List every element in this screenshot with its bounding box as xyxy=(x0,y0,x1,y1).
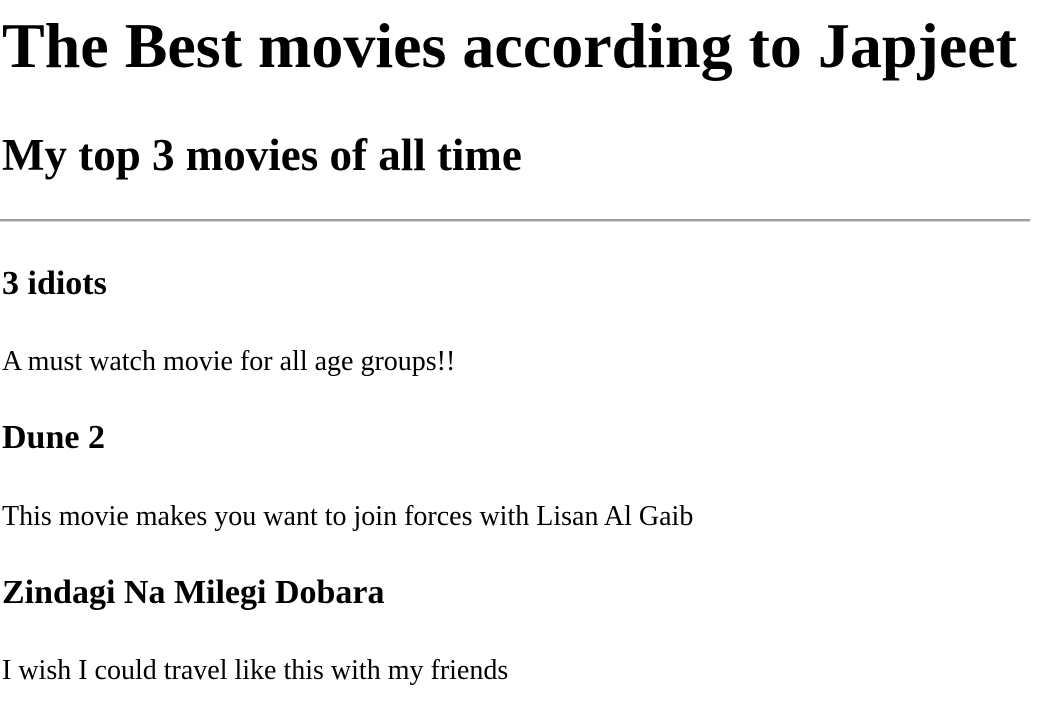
page-title: The Best movies according to Japjeet xyxy=(2,10,1017,81)
movie-description: This movie makes you want to join forces… xyxy=(2,501,694,532)
page-subtitle: My top 3 movies of all time xyxy=(2,130,522,180)
movie-description: A must watch movie for all age groups!! xyxy=(2,346,456,377)
horizontal-rule xyxy=(0,219,1030,222)
movie-title: Dune 2 xyxy=(2,419,105,456)
movie-title: 3 idiots xyxy=(2,265,107,302)
movie-description: I wish I could travel like this with my … xyxy=(2,655,509,686)
page-content: The Best movies according to Japjeet My … xyxy=(0,0,1038,702)
movie-title: Zindagi Na Milegi Dobara xyxy=(2,574,385,611)
